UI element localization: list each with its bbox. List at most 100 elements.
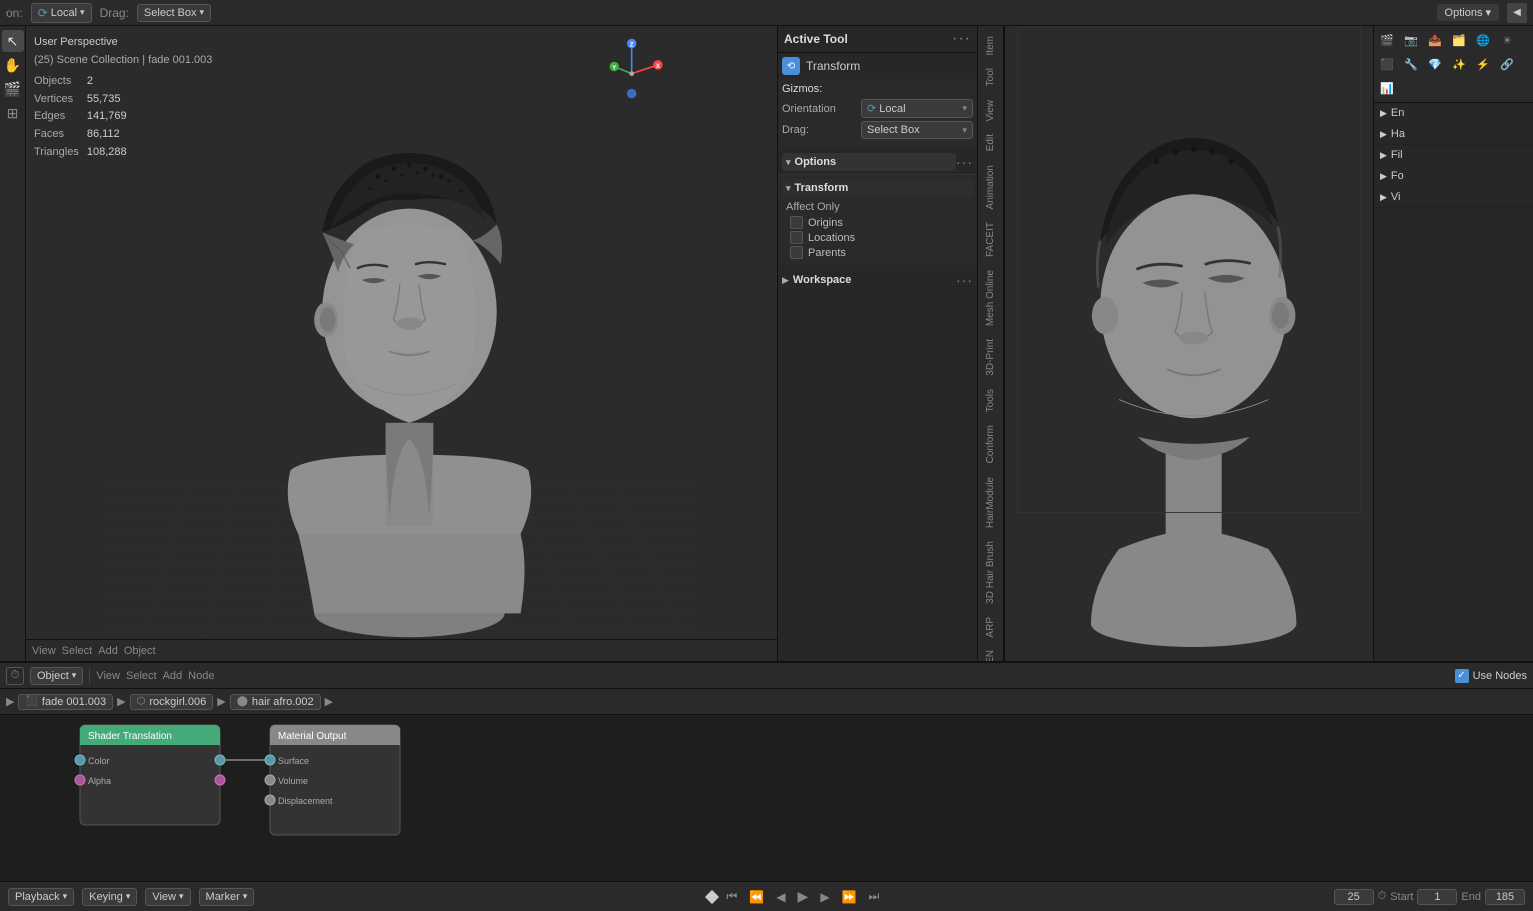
viewport-select-menu[interactable]: Select [62, 645, 93, 657]
tab-bgen[interactable]: BGEN [982, 644, 999, 661]
breadcrumb-item3[interactable]: ⬤ hair afro.002 [230, 694, 321, 710]
viewport-object-menu[interactable]: Object [124, 645, 156, 657]
tab-tool[interactable]: Tool [982, 62, 999, 92]
jump-end-btn[interactable]: ⏭ [867, 887, 882, 906]
step-fwd-frame-btn[interactable]: ▶ [818, 888, 831, 906]
playback-dropdown[interactable]: Playback [8, 888, 74, 906]
origins-checkbox[interactable] [790, 216, 803, 229]
playback-controls: ⏮ ⏪ ◀ ▶ ▶ ⏩ ⏭ [262, 886, 1325, 907]
tab-item[interactable]: Item [982, 30, 999, 61]
constraint-icon[interactable]: 🔗 [1496, 53, 1518, 75]
move-tool-icon[interactable]: ✋ [2, 54, 24, 76]
step-back-btn[interactable]: ⏪ [747, 888, 766, 906]
node-breadcrumb: ▶ ⬛ fade 001.003 ▶ ⬡ rockgirl.006 ▶ ⬤ ha… [0, 689, 1533, 715]
svg-text:Alpha: Alpha [88, 776, 111, 786]
transform-header[interactable]: ▾ Transform [782, 179, 973, 197]
options-body: ▾ Transform Affect Only Origins Location… [778, 175, 977, 265]
main-viewport[interactable]: User Perspective (25) Scene Collection |… [26, 26, 777, 661]
breadcrumb-item1[interactable]: ⬛ fade 001.003 [18, 694, 113, 710]
transform-icon: ⟲ [782, 57, 800, 75]
node-add-btn[interactable]: Add [163, 670, 183, 682]
current-frame-input[interactable] [1334, 889, 1374, 905]
view-dropdown[interactable]: View [145, 888, 190, 906]
options-dots: ··· [956, 154, 973, 170]
viewport-add-menu[interactable]: Add [98, 645, 118, 657]
start-frame-input[interactable] [1417, 889, 1457, 905]
tab-3dhairbrush[interactable]: 3D Hair Brush [982, 535, 999, 610]
select-tool-icon[interactable]: ↖ [2, 30, 24, 52]
orientation-row: Orientation ⟳ Local ▾ [782, 99, 973, 118]
object-dropdown[interactable]: Object [30, 667, 83, 685]
node-canvas[interactable]: Shader Translation Color Alpha Material … [0, 715, 1533, 881]
jump-start-btn[interactable]: ⏮ [725, 887, 740, 906]
breadcrumb-sep1: ▶ [117, 695, 125, 708]
data-icon[interactable]: 📊 [1376, 77, 1398, 99]
breadcrumb-arrow1[interactable]: ▶ [6, 695, 14, 708]
camera-tool-icon[interactable]: 🎬 [2, 78, 24, 100]
tab-animation[interactable]: Animation [982, 159, 999, 215]
sidebar-tabs: Item Tool View Edit Animation FACEIT Mes… [977, 26, 1003, 661]
view-layer-icon[interactable]: 🗂️ [1448, 29, 1470, 51]
modifier-icon[interactable]: 🔧 [1400, 53, 1422, 75]
scene-icon[interactable]: 🌐 [1472, 29, 1494, 51]
parents-checkbox[interactable] [790, 246, 803, 259]
locations-checkbox[interactable] [790, 231, 803, 244]
drag-dropdown[interactable]: Select Box [137, 4, 211, 22]
drag-value[interactable]: Select Box ▾ [861, 121, 973, 139]
orientation-dropdown[interactable]: ⟳ Local [31, 3, 92, 23]
scene-properties-icon[interactable]: 🎬 [1376, 29, 1398, 51]
step-back-frame-btn[interactable]: ◀ [774, 888, 787, 906]
world-icon[interactable]: ☀ [1496, 29, 1518, 51]
3d-viewport-canvas: Z X Y [26, 26, 777, 661]
left-viewport[interactable]: ↖ ✋ 🎬 ⊞ User Perspective (25) Scene Coll… [0, 26, 777, 661]
section-en-header[interactable]: ▶ En [1374, 103, 1533, 123]
workspace-row[interactable]: ▶ Workspace ··· [778, 269, 977, 291]
use-nodes-toggle[interactable]: ✓ Use Nodes [1455, 669, 1527, 683]
render-properties-icon[interactable]: 📷 [1400, 29, 1422, 51]
tab-view[interactable]: View [982, 94, 999, 128]
collapse-right-btn[interactable]: ◀ [1507, 3, 1527, 23]
section-fo-header[interactable]: ▶ Fo [1374, 166, 1533, 186]
section-vi-header[interactable]: ▶ Vi [1374, 187, 1533, 207]
breadcrumb-item2[interactable]: ⬡ rockgirl.006 [130, 694, 214, 710]
orientation-prop-label: Orientation [782, 103, 857, 115]
use-nodes-checkbox[interactable]: ✓ [1455, 669, 1469, 683]
node-view-btn[interactable]: View [96, 670, 120, 682]
tab-3dprint[interactable]: 3D-Print [982, 333, 999, 382]
tab-mesh-online[interactable]: Mesh Online [982, 264, 999, 332]
breadcrumb-sep2: ▶ [217, 695, 225, 708]
tab-arp[interactable]: ARP [982, 611, 999, 644]
node-select-btn[interactable]: Select [126, 670, 157, 682]
physics-icon[interactable]: ⚡ [1472, 53, 1494, 75]
orientation-value[interactable]: ⟳ Local ▾ [861, 99, 973, 118]
grid-tool-icon[interactable]: ⊞ [2, 102, 24, 124]
options-section-header: ▾ Options ··· [778, 150, 977, 175]
section-en: ▶ En [1374, 103, 1533, 124]
end-frame-input[interactable] [1485, 889, 1525, 905]
keyframe-indicator[interactable] [704, 889, 718, 903]
right-viewport[interactable] [1003, 26, 1373, 661]
section-fil-header[interactable]: ▶ Fil [1374, 145, 1533, 165]
step-fwd-btn[interactable]: ⏩ [840, 888, 859, 906]
timeline-icon[interactable]: ⏱ [6, 667, 24, 685]
viewport-view-menu[interactable]: View [32, 645, 56, 657]
tab-faceit[interactable]: FACEIT [982, 216, 999, 263]
options-button[interactable]: Options ▾ [1437, 4, 1499, 21]
node-node-btn[interactable]: Node [188, 670, 214, 682]
material-icon[interactable]: 💎 [1424, 53, 1446, 75]
tab-edit[interactable]: Edit [982, 128, 999, 157]
tab-hairmodule[interactable]: HairModule [982, 471, 999, 534]
tab-tools[interactable]: Tools [982, 383, 999, 418]
affect-only-label: Affect Only [782, 201, 973, 213]
keying-dropdown[interactable]: Keying [82, 888, 137, 906]
workspace-dots: ··· [956, 272, 973, 288]
output-properties-icon[interactable]: 📤 [1424, 29, 1446, 51]
options-header[interactable]: ▾ Options [782, 153, 956, 171]
section-ha-header[interactable]: ▶ Ha [1374, 124, 1533, 144]
particles-icon[interactable]: ✨ [1448, 53, 1470, 75]
tab-conform[interactable]: Conform [982, 419, 999, 469]
breadcrumb-arrow2[interactable]: ▶ [325, 695, 333, 708]
play-btn[interactable]: ▶ [796, 886, 811, 907]
object-icon[interactable]: ⬛ [1376, 53, 1398, 75]
marker-dropdown[interactable]: Marker [199, 888, 255, 906]
